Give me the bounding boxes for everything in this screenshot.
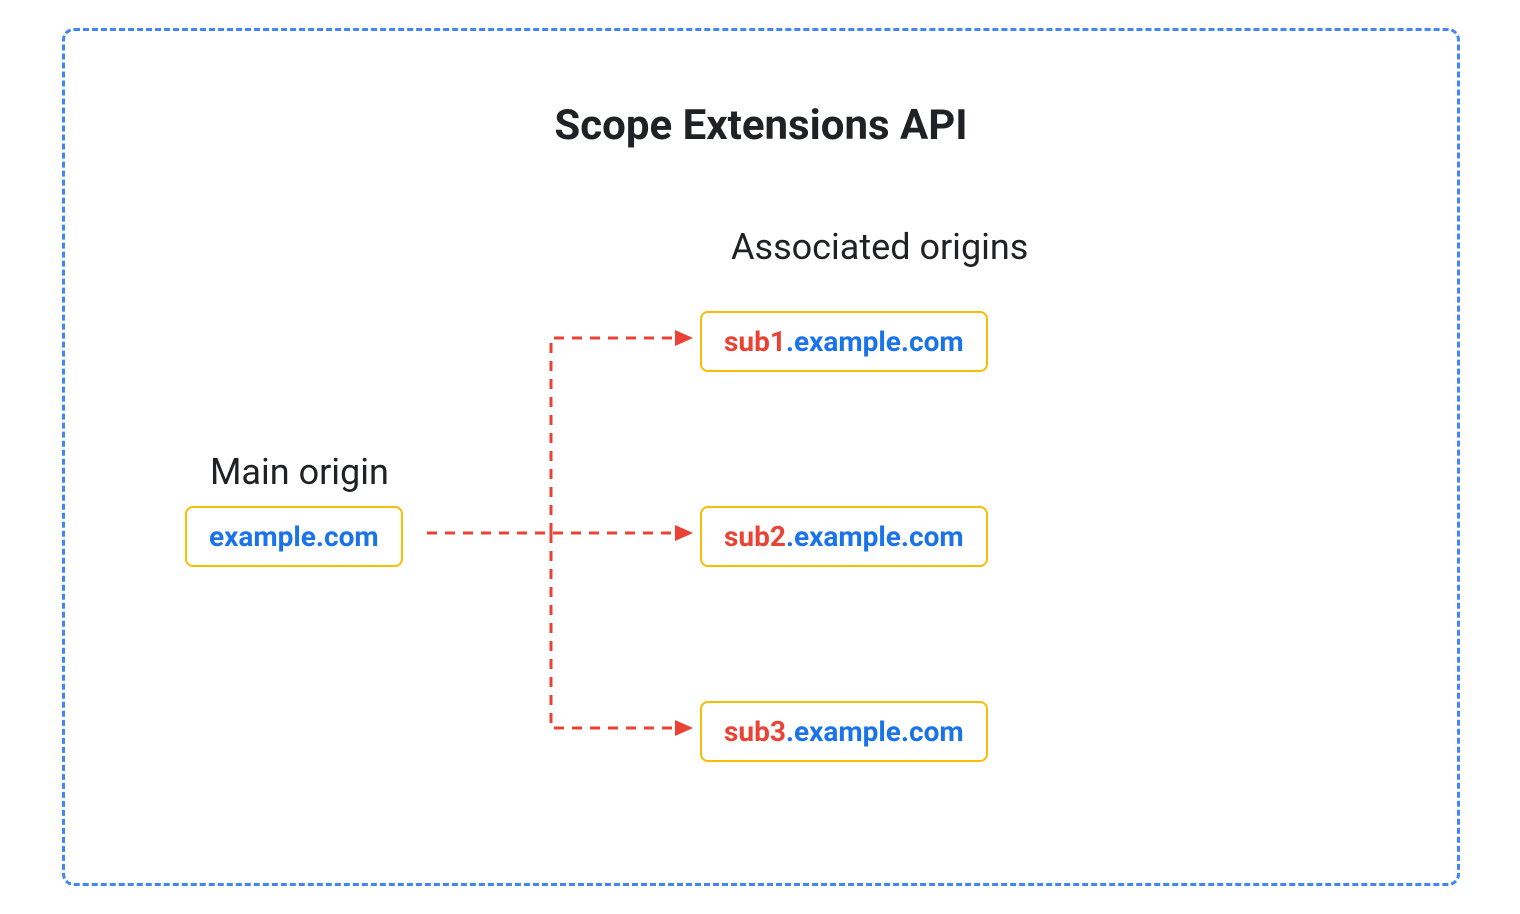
- domain-text: .example.com: [786, 520, 964, 553]
- associated-origins-label: Associated origins: [731, 226, 1028, 268]
- arrow-head-top: [675, 330, 693, 346]
- subdomain-text: sub2: [724, 520, 786, 553]
- associated-origin-box-2: sub2.example.com: [700, 506, 988, 567]
- associated-origin-box-3: sub3.example.com: [700, 701, 988, 762]
- associated-origin-box-1: sub1.example.com: [700, 311, 988, 372]
- subdomain-text: sub1: [724, 325, 786, 358]
- diagram-container: Scope Extensions API Main origin Associa…: [62, 28, 1460, 886]
- domain-text: .example.com: [786, 715, 964, 748]
- main-origin-box: example.com: [185, 506, 403, 567]
- arrow-line-top: [551, 338, 675, 533]
- main-origin-label: Main origin: [210, 451, 389, 493]
- arrow-head-bottom: [675, 720, 693, 736]
- diagram-title: Scope Extensions API: [65, 101, 1457, 150]
- arrow-head-middle: [675, 525, 693, 541]
- arrow-line-bottom: [551, 533, 675, 728]
- subdomain-text: sub3: [724, 715, 786, 748]
- domain-text: .example.com: [786, 325, 964, 358]
- main-origin-domain: example.com: [209, 520, 379, 553]
